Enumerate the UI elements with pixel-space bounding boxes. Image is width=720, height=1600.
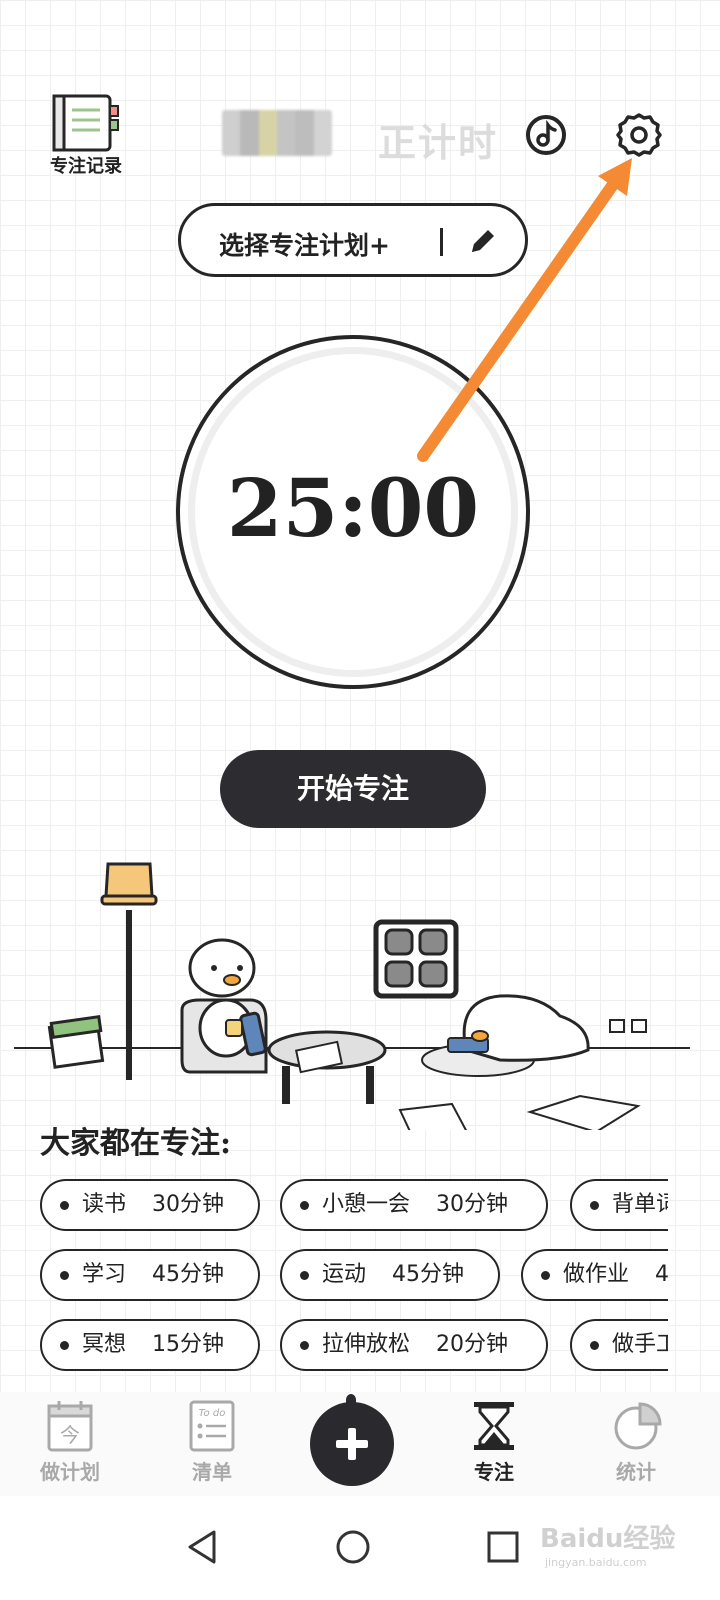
nav-label-stats: 统计 bbox=[616, 1460, 656, 1484]
calendar-glyph: 今 bbox=[60, 1423, 80, 1447]
hourglass-icon bbox=[474, 1402, 514, 1450]
home-circle-icon[interactable] bbox=[328, 1522, 378, 1572]
activity-chip[interactable]: 做手工 bbox=[570, 1319, 668, 1371]
activity-chip[interactable]: 小憩一会 30分钟 bbox=[280, 1179, 548, 1231]
todo-list-icon: To do bbox=[189, 1400, 235, 1452]
ducks-illustration bbox=[14, 862, 690, 1130]
system-navigation-bar: Baidu经验 jingyan.baidu.com bbox=[0, 1496, 720, 1600]
nav-label-plan: 做计划 bbox=[40, 1460, 100, 1484]
activity-chip[interactable]: 运动 45分钟 bbox=[280, 1249, 500, 1301]
nav-item-stats[interactable]: 统计 bbox=[586, 1392, 686, 1496]
nav-item-plan[interactable]: 今 做计划 bbox=[20, 1392, 120, 1496]
plus-icon-vertical bbox=[348, 1428, 356, 1460]
annotation-arrow bbox=[417, 158, 632, 462]
activity-chip[interactable]: 学习 45分钟 bbox=[40, 1249, 260, 1301]
calendar-icon: 今 bbox=[47, 1401, 93, 1452]
activity-chip[interactable]: 背单词 bbox=[570, 1179, 668, 1231]
watermark-text: Baidu经验 bbox=[540, 1524, 676, 1554]
add-button[interactable] bbox=[310, 1394, 394, 1486]
everyone-focusing-title: 大家都在专注: bbox=[40, 1126, 232, 1161]
nav-item-focus[interactable]: 专注 bbox=[444, 1392, 544, 1496]
nav-item-todo[interactable]: To do 清单 bbox=[162, 1392, 262, 1496]
activity-chip-list: 读书 30分钟 小憩一会 30分钟 背单词 学习 45分钟 运动 45分钟 做作业 4 冥… bbox=[0, 1175, 668, 1375]
back-triangle-icon[interactable] bbox=[178, 1522, 228, 1572]
start-focus-button[interactable]: 开始专注 bbox=[220, 750, 486, 828]
todo-glyph: To do bbox=[199, 1408, 226, 1419]
nav-label-todo: 清单 bbox=[192, 1460, 232, 1484]
sprout-decoration bbox=[346, 1394, 356, 1406]
recents-square-icon[interactable] bbox=[478, 1522, 528, 1572]
nav-label-focus: 专注 bbox=[474, 1460, 514, 1484]
activity-chip[interactable]: 冥想 15分钟 bbox=[40, 1319, 260, 1371]
bottom-navigation: 今 做计划 To do 清单 专注 统计 bbox=[0, 1392, 720, 1496]
activity-chip[interactable]: 读书 30分钟 bbox=[40, 1179, 260, 1231]
pie-chart-icon bbox=[614, 1402, 662, 1450]
activity-chip[interactable]: 做作业 4 bbox=[521, 1249, 668, 1301]
watermark-subtext: jingyan.baidu.com bbox=[545, 1556, 647, 1569]
activity-chip[interactable]: 拉伸放松 20分钟 bbox=[280, 1319, 548, 1371]
